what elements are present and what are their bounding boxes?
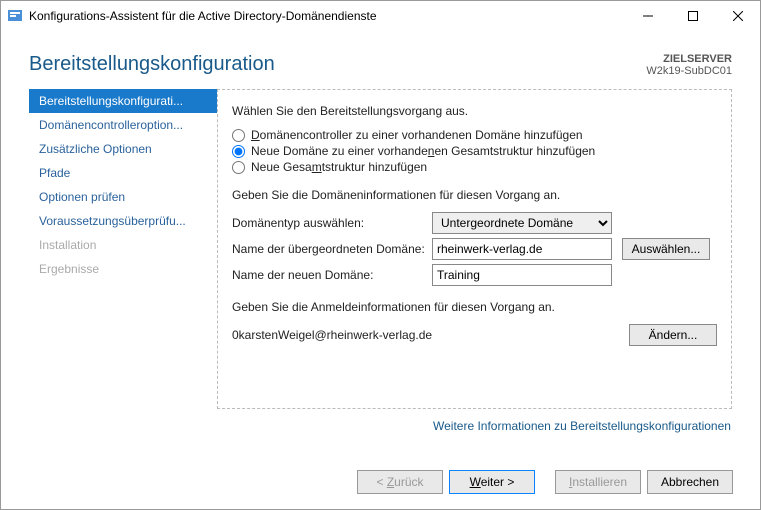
domain-type-label: Domänentyp auswählen:	[232, 216, 432, 230]
sidebar: Bereitstellungskonfigurati... Domänencon…	[29, 89, 217, 433]
domain-type-select[interactable]: Untergeordnete Domäne	[432, 212, 612, 234]
install-button: Installieren	[555, 470, 641, 494]
select-parent-domain-button[interactable]: Auswählen...	[622, 238, 710, 260]
new-domain-input[interactable]	[432, 264, 612, 286]
sidebar-item-deployment-config[interactable]: Bereitstellungskonfigurati...	[29, 89, 217, 113]
domain-info-section-label: Geben Sie die Domäneninformationen für d…	[232, 188, 717, 202]
header: Bereitstellungskonfiguration ZIELSERVER …	[1, 31, 760, 89]
app-icon	[7, 8, 23, 24]
credentials-value: 0karstenWeigel@rheinwerk-verlag.de	[232, 328, 629, 342]
sidebar-item-results: Ergebnisse	[29, 257, 217, 281]
footer: < Zurück Weiter > Installieren Abbrechen	[0, 456, 761, 510]
new-domain-label: Name der neuen Domäne:	[232, 268, 432, 282]
target-server-label: ZIELSERVER	[646, 53, 732, 65]
sidebar-item-dc-options[interactable]: Domänencontrolleroption...	[29, 113, 217, 137]
sidebar-item-prereq-check[interactable]: Voraussetzungsüberprüfu...	[29, 209, 217, 233]
parent-domain-label: Name der übergeordneten Domäne:	[232, 242, 432, 256]
cancel-button[interactable]: Abbrechen	[647, 470, 733, 494]
radio-new-forest[interactable]	[232, 161, 245, 174]
back-button: < Zurück	[357, 470, 443, 494]
change-credentials-button[interactable]: Ändern...	[629, 324, 717, 346]
select-operation-label: Wählen Sie den Bereitstellungsvorgang au…	[232, 104, 717, 118]
sidebar-item-installation: Installation	[29, 233, 217, 257]
radio-new-forest-label[interactable]: Neue Gesamtstruktur hinzufügen	[251, 160, 427, 174]
titlebar: Konfigurations-Assistent für die Active …	[1, 1, 760, 31]
next-button[interactable]: Weiter >	[449, 470, 535, 494]
radio-add-domain-existing-forest[interactable]	[232, 145, 245, 158]
sidebar-item-review-options[interactable]: Optionen prüfen	[29, 185, 217, 209]
target-server-value: W2k19-SubDC01	[646, 65, 732, 77]
parent-domain-input[interactable]	[432, 238, 612, 260]
page-heading: Bereitstellungskonfiguration	[29, 53, 646, 77]
credentials-section-label: Geben Sie die Anmeldeinformationen für d…	[232, 300, 717, 314]
target-server-block: ZIELSERVER W2k19-SubDC01	[646, 53, 732, 77]
content-panel: Wählen Sie den Bereitstellungsvorgang au…	[217, 89, 732, 409]
radio-add-dc-existing-domain-label[interactable]: Domänencontroller zu einer vorhandenen D…	[251, 128, 583, 142]
maximize-button[interactable]	[670, 1, 715, 31]
radio-add-domain-existing-forest-label[interactable]: Neue Domäne zu einer vorhandenen Gesamts…	[251, 144, 595, 158]
close-button[interactable]	[715, 1, 760, 31]
sidebar-item-additional-options[interactable]: Zusätzliche Optionen	[29, 137, 217, 161]
minimize-button[interactable]	[625, 1, 670, 31]
window-title: Konfigurations-Assistent für die Active …	[29, 9, 625, 23]
more-info-link[interactable]: Weitere Informationen zu Bereitstellungs…	[433, 409, 732, 433]
radio-add-dc-existing-domain[interactable]	[232, 129, 245, 142]
sidebar-item-paths[interactable]: Pfade	[29, 161, 217, 185]
